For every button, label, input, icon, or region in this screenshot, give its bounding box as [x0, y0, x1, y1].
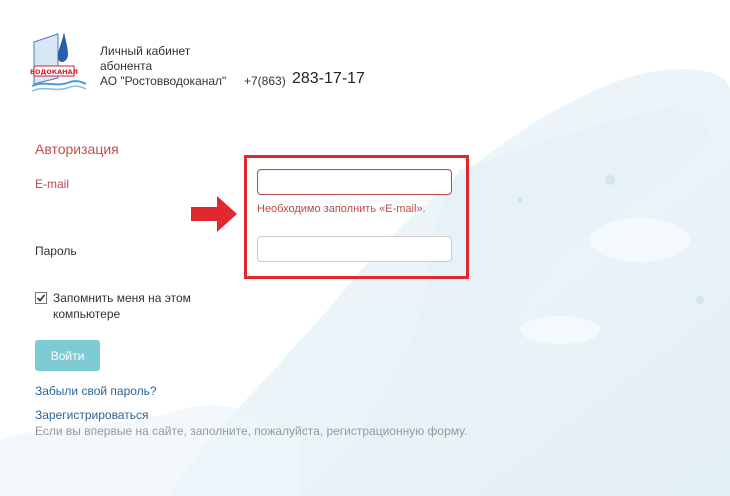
remember-me[interactable]: Запомнить меня на этом компьютере	[35, 290, 213, 322]
email-label: E-mail	[35, 177, 70, 191]
red-right-arrow-icon	[191, 196, 237, 232]
password-field[interactable]	[257, 236, 452, 262]
register-link[interactable]: Зарегистрироваться	[35, 408, 148, 422]
login-button[interactable]: Войти	[35, 340, 100, 371]
email-error-message: Необходимо заполнить «E-mail».	[257, 203, 426, 215]
email-field[interactable]	[257, 169, 452, 195]
phone-number: 283-17-17	[292, 70, 365, 87]
brand-line-2: абонента	[100, 59, 153, 73]
vodokanal-logo: ВОДОКАНАЛ	[30, 32, 87, 92]
brand-text: Личный кабинет абонента АО "Ростовводока…	[100, 44, 226, 89]
password-label: Пароль	[35, 244, 77, 258]
logo-wordmark: ВОДОКАНАЛ	[30, 68, 78, 76]
auth-title: Авторизация	[35, 141, 119, 157]
brand-line-1: Личный кабинет	[100, 44, 191, 58]
remember-label: Запомнить меня на этом компьютере	[53, 291, 191, 321]
brand-line-3: АО "Ростовводоканал"	[100, 74, 227, 88]
register-hint: Если вы впервые на сайте, заполните, пож…	[35, 424, 468, 438]
forgot-password-link[interactable]: Забыли свой пароль?	[35, 384, 157, 398]
phone-prefix: +7(863)	[244, 74, 286, 88]
checkmark-icon	[36, 294, 46, 302]
remember-checkbox[interactable]	[35, 292, 47, 304]
